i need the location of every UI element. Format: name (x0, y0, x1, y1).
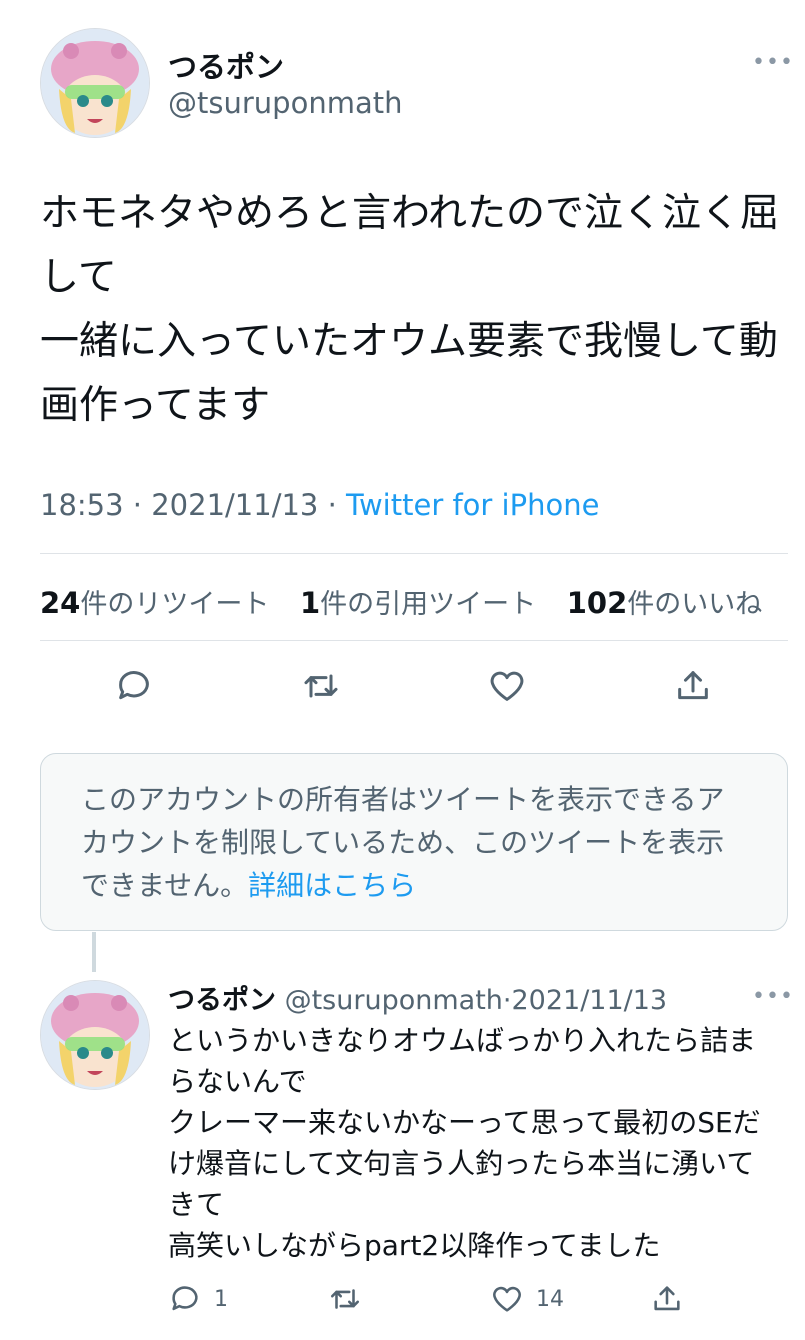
like-icon (490, 671, 524, 701)
share-icon (678, 671, 708, 700)
retweet-icon (330, 1289, 360, 1309)
retweet-button[interactable] (299, 664, 343, 708)
tweet-source-link[interactable]: Twitter for iPhone (346, 488, 599, 522)
tweet-date: 2021/11/13 (151, 488, 319, 522)
tweet-text: ホモネタやめろと言われたので泣く泣く屈して 一緒に入っていたオウム要素で我慢して… (40, 191, 780, 428)
reply-author-avatar[interactable] (40, 980, 150, 1090)
reply-author-name[interactable]: つるポン (168, 985, 276, 1016)
likes-stat[interactable]: 102件のいいね (567, 586, 763, 620)
retweets-stat[interactable]: 24件のリツイート (40, 586, 269, 620)
reply-more-icon[interactable]: ••• (752, 984, 794, 1009)
more-icon[interactable]: ••• (752, 50, 794, 75)
reply-share-button[interactable] (650, 1282, 696, 1316)
retweet-icon (304, 674, 338, 698)
divider (40, 553, 788, 554)
meta-separator: · (318, 488, 347, 522)
reply-header: つるポン @tsuruponmath·2021/11/13 (168, 978, 667, 1017)
like-icon (493, 1286, 521, 1312)
thread-line (92, 932, 96, 972)
author-avatar[interactable] (40, 28, 150, 138)
reply-text: というかいきなりオウムばっかり入れたら詰まらないんで クレーマー来ないかなーって… (168, 1024, 761, 1262)
reply-icon (172, 1286, 198, 1311)
quotes-stat[interactable]: 1件の引用ツイート (300, 586, 536, 620)
learn-more-link[interactable]: 詳細はこちら (248, 869, 416, 902)
reply-reply-count: 1 (214, 1286, 228, 1312)
author-name[interactable]: つるポン (168, 44, 284, 86)
share-button[interactable] (671, 664, 715, 708)
tweet-meta: 18:53 · 2021/11/13 · Twitter for iPhone (40, 488, 599, 522)
divider (40, 640, 788, 641)
reply-icon (119, 671, 149, 700)
share-icon (654, 1286, 680, 1311)
like-button[interactable] (485, 664, 529, 708)
reply-button[interactable] (112, 664, 156, 708)
restricted-tweet-notice: このアカウントの所有者はツイートを表示できるアカウントを制限しているため、このツ… (40, 753, 788, 931)
tweet-time: 18:53 (40, 488, 124, 522)
tweet-stats: 24件のリツイート 1件の引用ツイート 102件のいいね (40, 582, 784, 621)
author-handle[interactable]: @tsuruponmath (168, 86, 402, 120)
reply-author-handle[interactable]: @tsuruponmath (285, 985, 503, 1016)
reply-retweet-button[interactable] (328, 1282, 374, 1316)
reply-reply-button[interactable]: 1 (168, 1282, 228, 1316)
reply-like-count: 14 (536, 1286, 564, 1312)
reply-like-button[interactable]: 14 (490, 1282, 564, 1316)
reply-date[interactable]: 2021/11/13 (511, 985, 667, 1016)
meta-separator: · (123, 488, 152, 522)
